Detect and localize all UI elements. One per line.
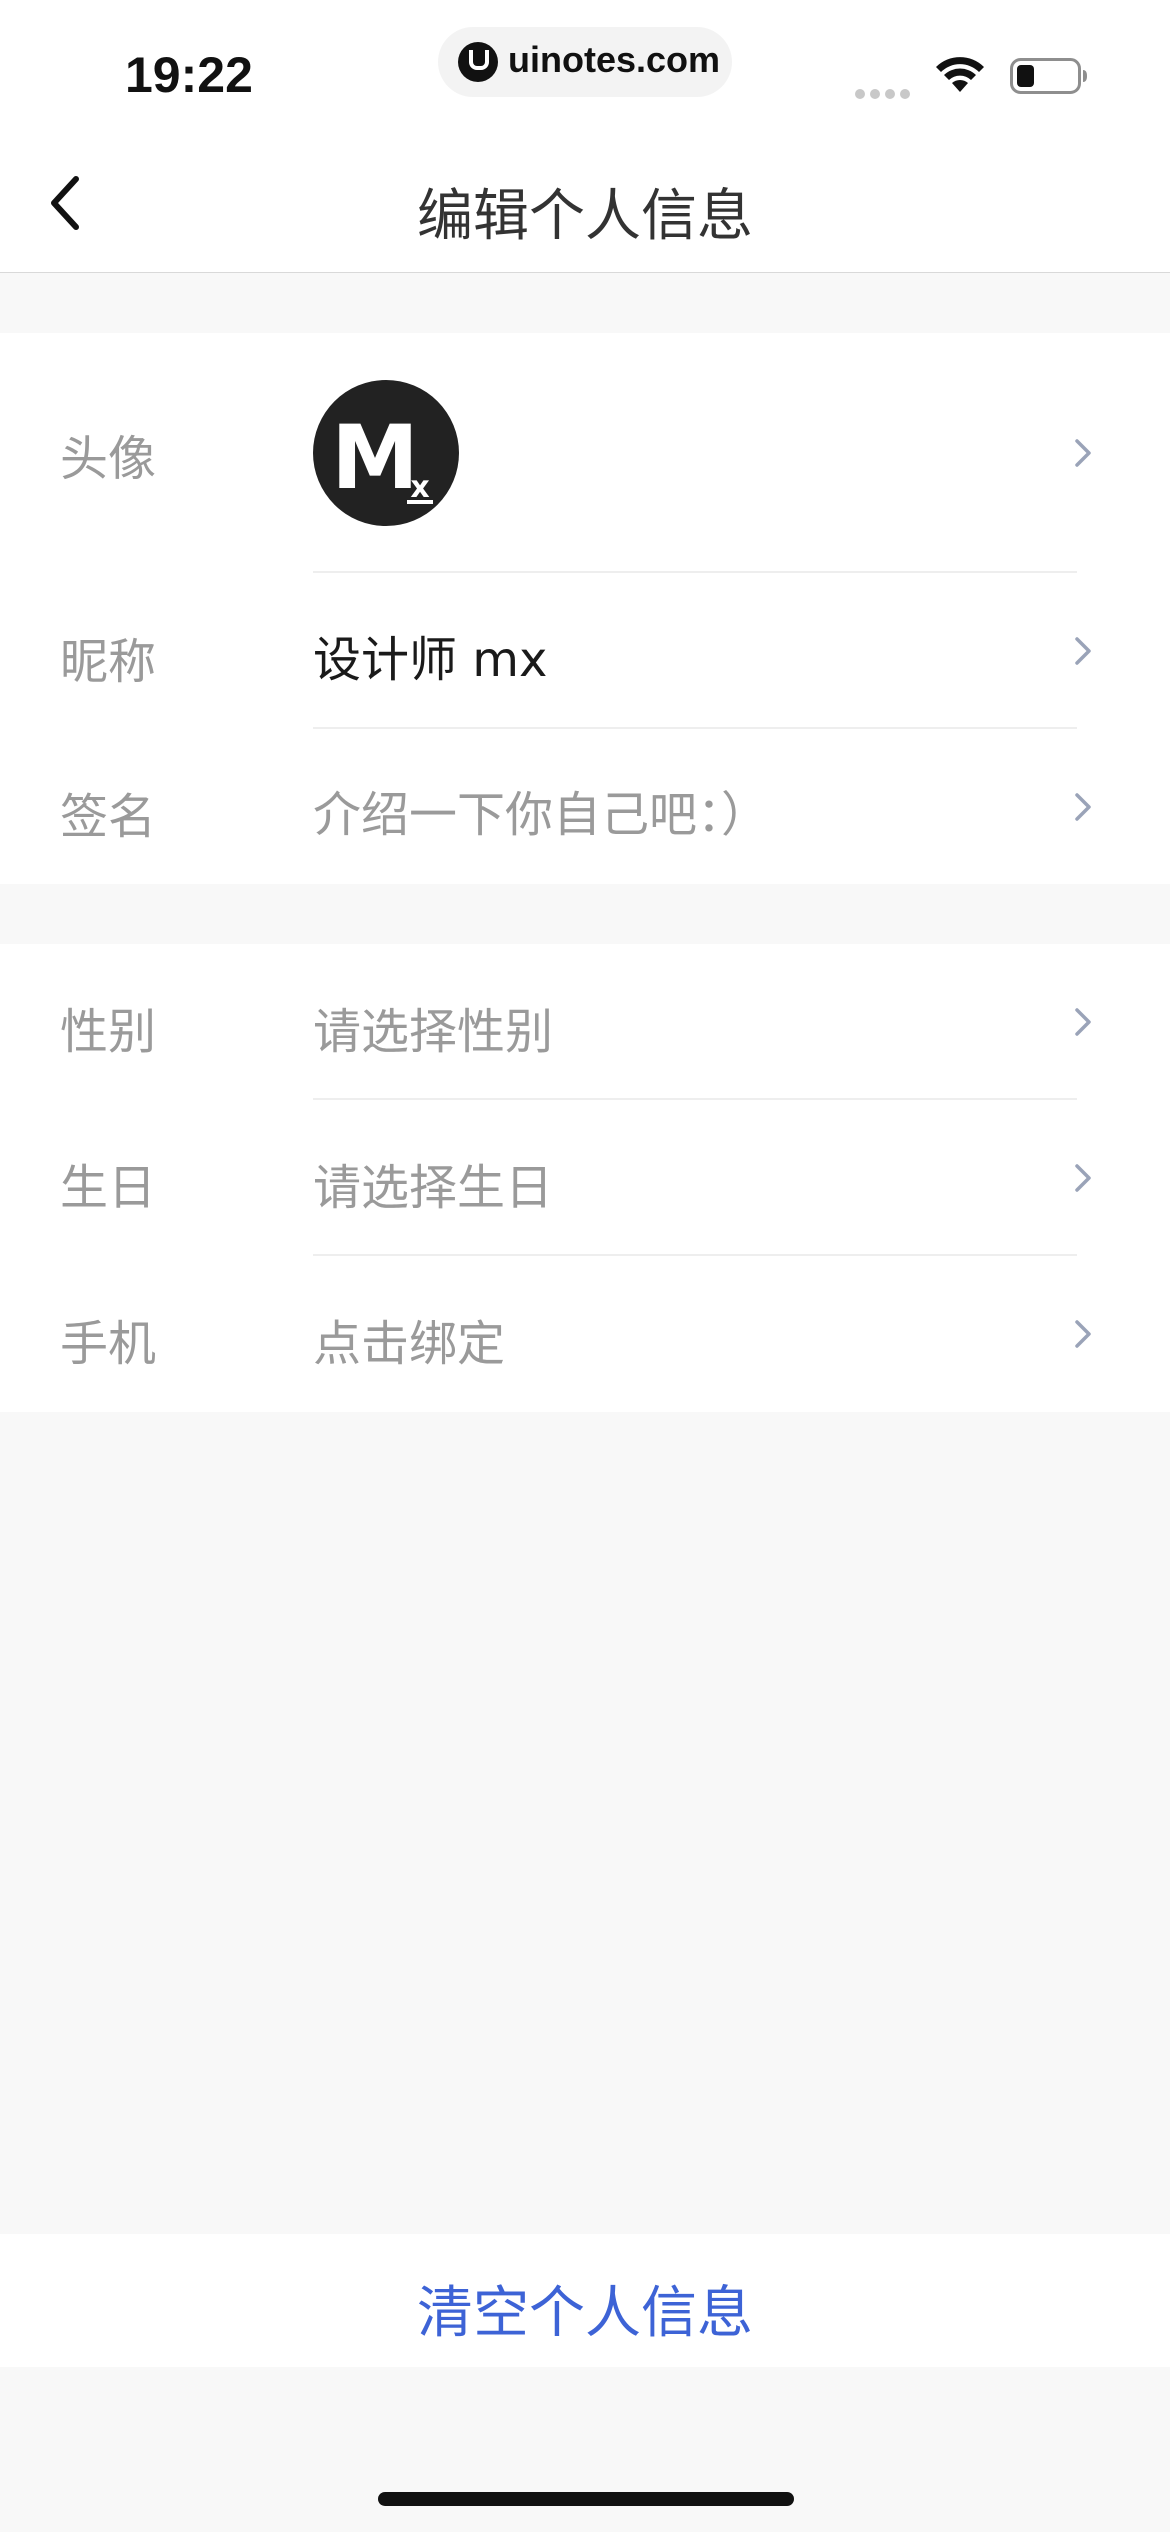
avatar-logo-icon: M x [331,406,433,509]
wifi-icon [936,57,984,92]
avatar[interactable]: M x [313,380,459,526]
home-indicator [378,2492,794,2506]
gender-placeholder: 请选择性别 [313,1004,554,1060]
battery-icon [1010,58,1087,94]
birthday-placeholder: 请选择生日 [313,1160,554,1216]
avatar-text: M [331,406,419,509]
nav-bar: 编辑个人信息 [0,135,1170,273]
signature-row[interactable]: 签名 介绍一下你自己吧：） [0,729,1170,884]
nickname-value: 设计师 mx [313,632,548,688]
birthday-row[interactable]: 生日 请选择生日 [0,1100,1170,1256]
details-section: 性别 请选择性别 生日 请选择生日 手机 点击绑定 [0,944,1170,1412]
chevron-right-icon [1075,1164,1091,1192]
nickname-label: 昵称 [60,634,157,690]
signal-icon [855,84,917,99]
chevron-right-icon [1075,793,1091,821]
avatar-row[interactable]: 头像 M x [0,333,1170,573]
gender-label: 性别 [60,1004,157,1060]
clear-info-label: 清空个人信息 [417,2281,753,2346]
status-time: 19:22 [125,47,253,103]
chevron-right-icon [1075,637,1091,665]
status-bar: 19:22 uinotes.com [0,0,1170,135]
page-title: 编辑个人信息 [417,184,753,249]
url-text: uinotes.com [508,39,721,80]
site-logo-icon [458,42,498,82]
clear-info-button[interactable]: 清空个人信息 [0,2234,1170,2367]
url-pill[interactable]: uinotes.com [438,27,732,97]
chevron-right-icon [1075,1008,1091,1036]
signature-label: 签名 [60,789,157,845]
avatar-label: 头像 [60,431,157,487]
phone-row[interactable]: 手机 点击绑定 [0,1256,1170,1412]
avatar-subtext: x [410,470,429,505]
gender-row[interactable]: 性别 请选择性别 [0,944,1170,1100]
signature-placeholder: 介绍一下你自己吧：） [313,787,770,843]
nickname-row[interactable]: 昵称 设计师 mx [0,573,1170,729]
phone-placeholder: 点击绑定 [313,1316,506,1372]
phone-label: 手机 [60,1316,157,1372]
chevron-right-icon [1075,439,1091,467]
chevron-right-icon [1075,1320,1091,1348]
profile-section: 头像 M x 昵称 设计师 mx 签名 介绍一下你自己吧：） [0,333,1170,884]
birthday-label: 生日 [60,1160,157,1216]
